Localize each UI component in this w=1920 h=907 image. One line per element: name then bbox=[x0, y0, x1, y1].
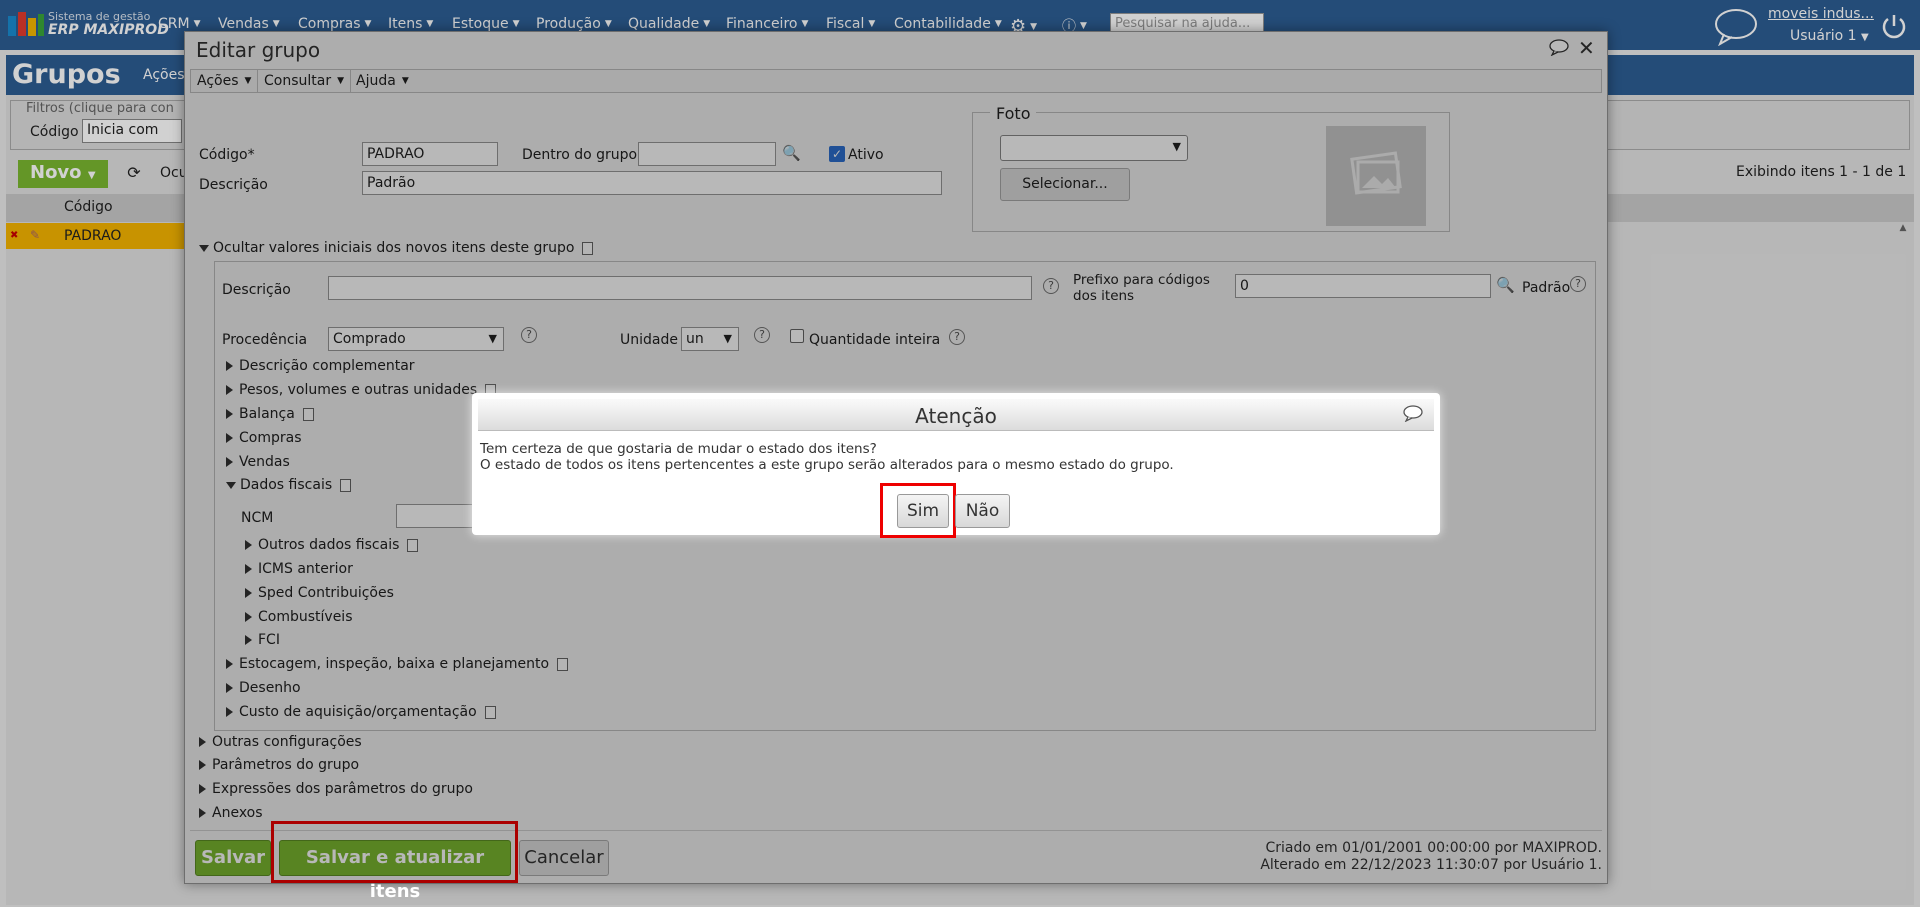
attention-message-line2: O estado de todos os itens pertencentes … bbox=[480, 457, 1174, 473]
attention-title: Atenção bbox=[915, 404, 997, 428]
attention-message-line1: Tem certeza de que gostaria de mudar o e… bbox=[480, 441, 877, 457]
comment-icon[interactable] bbox=[1402, 404, 1424, 422]
highlight-box bbox=[880, 483, 956, 538]
no-button[interactable]: Não bbox=[955, 494, 1010, 528]
attention-message: Tem certeza de que gostaria de mudar o e… bbox=[480, 441, 1174, 473]
